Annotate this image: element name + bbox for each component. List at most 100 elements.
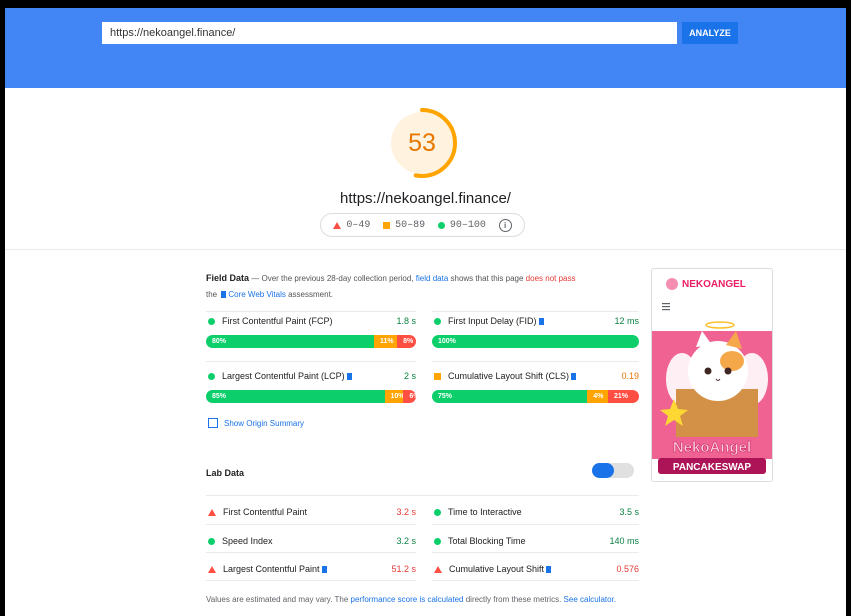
metric-name: Largest Contentful Paint [223, 564, 320, 574]
metric-divider [432, 361, 639, 362]
distribution-segment: 4% [587, 390, 608, 403]
hamburger-menu-icon [662, 303, 670, 311]
assessment-result: does not pass [525, 274, 576, 283]
lab-row-divider [432, 552, 639, 553]
cat-mascot-icon [688, 341, 748, 401]
distribution-segment: 85% [206, 390, 385, 403]
metric-value: 2 s [403, 371, 416, 381]
analyzed-url: https://nekoangel.finance/ [340, 190, 511, 207]
field-metric: First Input Delay (FID) 12 ms 100% [432, 315, 639, 348]
metric-divider [206, 361, 416, 362]
field-data-link[interactable]: field data [416, 274, 448, 283]
pass-circle-icon [437, 221, 445, 229]
distribution-segment: 10% [384, 390, 405, 403]
metric-name: Speed Index [222, 536, 273, 546]
header-bar: ANALYZE [5, 8, 846, 88]
see-calculator-link[interactable]: See calculator. [564, 595, 616, 604]
distribution-segment: 21% [607, 390, 639, 403]
url-input[interactable] [102, 22, 677, 44]
core-web-vitals-icon [571, 372, 577, 380]
metric-divider [432, 311, 639, 312]
average-square-icon [383, 221, 391, 229]
performance-score: 53 [408, 128, 436, 157]
distribution-bar: 75% 4% 21% [432, 390, 639, 403]
pass-status-icon [434, 537, 441, 545]
lab-metric: Cumulative Layout Shift 0.576 [432, 563, 639, 575]
view-toggle[interactable] [592, 463, 634, 478]
lab-metric: Total Blocking Time 140 ms [432, 535, 639, 547]
metric-value: 51.2 s [391, 564, 416, 574]
metric-name: Largest Contentful Paint (LCP) [222, 371, 345, 381]
legend-average: 50–89 [383, 220, 425, 231]
legend-fail: 0–49 [333, 220, 370, 231]
fail-status-icon [434, 565, 442, 573]
lab-data-title: Lab Data [206, 468, 245, 478]
distribution-bar: 85%10%6% [206, 390, 416, 403]
distribution-bar: 100% [432, 335, 639, 348]
section-divider [5, 249, 846, 250]
thumbnail-title: NekoAngel [673, 439, 751, 456]
core-web-vitals-link[interactable]: Core Web Vitals [228, 290, 286, 299]
distribution-segment: 11% [374, 335, 398, 348]
metric-value: 0.576 [616, 564, 639, 574]
metric-value: 3.5 s [619, 507, 639, 517]
lab-row-divider [206, 552, 416, 553]
metric-name: First Contentful Paint [223, 507, 308, 517]
metric-value: 12 ms [614, 316, 639, 326]
distribution-segment: 80% [206, 335, 374, 348]
legend-pass: 90–100 [437, 220, 486, 231]
core-web-vitals-icon [538, 317, 544, 325]
metric-name: Cumulative Layout Shift [449, 564, 545, 574]
page-screenshot-thumbnail: NEKOANGEL NekoAngel PANCAKESWAP [651, 268, 773, 482]
metric-value: 0.19 [621, 371, 639, 381]
distribution-bar: 80% 11% 8% [206, 335, 416, 348]
metric-divider [206, 311, 416, 312]
pass-status-icon [434, 317, 441, 325]
lab-row-divider [432, 524, 639, 525]
core-web-vitals-icon [546, 565, 552, 573]
page: ANALYZE 53 https://nekoangel.finance/ 0–… [5, 8, 846, 616]
metric-value: 1.8 s [396, 316, 416, 326]
lab-metric: First Contentful Paint 3.2 s [206, 506, 416, 518]
lab-row-divider [432, 580, 639, 581]
metric-value: 140 ms [609, 536, 639, 546]
distribution-segment: 100% [432, 335, 639, 348]
list-view-toggle[interactable] [592, 463, 614, 478]
analyze-button[interactable]: ANALYZE [682, 22, 738, 44]
lab-row-divider [206, 580, 416, 581]
field-metric: Largest Contentful Paint (LCP) 2 s 85% 10% 6… [206, 370, 416, 403]
logo-icon [666, 278, 678, 290]
metric-value: 3.2 s [396, 536, 416, 546]
core-web-vitals-icon [321, 565, 327, 573]
show-origin-checkbox[interactable] [208, 418, 218, 428]
metric-name: First Contentful Paint (FCP) [222, 316, 333, 326]
info-icon[interactable]: i [498, 218, 512, 232]
metric-value: 3.2 s [396, 507, 416, 517]
field-metric: Cumulative Layout Shift (CLS) 0.19 75% 4% 21… [432, 370, 639, 403]
fail-status-icon [208, 508, 216, 516]
lab-metric: Largest Contentful Paint 51.2 s [206, 563, 416, 575]
lab-metric: Speed Index 3.2 s [206, 535, 416, 547]
lab-divider [206, 495, 639, 496]
pass-status-icon [434, 508, 441, 516]
field-data-title: Field Data [206, 273, 250, 283]
score-calculated-link[interactable]: performance score is calculated [351, 595, 464, 604]
thumbnail-subtitle: PANCAKESWAP [673, 462, 751, 473]
pass-status-icon [208, 317, 215, 325]
distribution-segment: 8% [397, 335, 416, 348]
footnote: Values are estimated and may vary. The p… [206, 595, 617, 604]
fail-status-icon [208, 565, 216, 573]
show-origin-summary[interactable]: Show Origin Summary [208, 418, 304, 428]
core-web-vitals-icon [221, 291, 227, 298]
metric-name: Time to Interactive [448, 507, 522, 517]
metric-name: Cumulative Layout Shift (CLS) [448, 371, 570, 381]
lab-row-divider [206, 524, 416, 525]
field-data-header: Field Data — Over the previous 28-day co… [206, 273, 576, 299]
metric-name: Total Blocking Time [448, 536, 526, 546]
score-legend: 0–49 50–89 90–100 i [320, 213, 525, 237]
distribution-segment: 6% [403, 390, 416, 403]
field-metric: First Contentful Paint (FCP) 1.8 s 80% 11% 8… [206, 315, 416, 348]
thumbnail-brand: NEKOANGEL [682, 279, 746, 290]
lab-metric: Time to Interactive 3.5 s [432, 506, 639, 518]
fail-triangle-icon [333, 221, 342, 229]
